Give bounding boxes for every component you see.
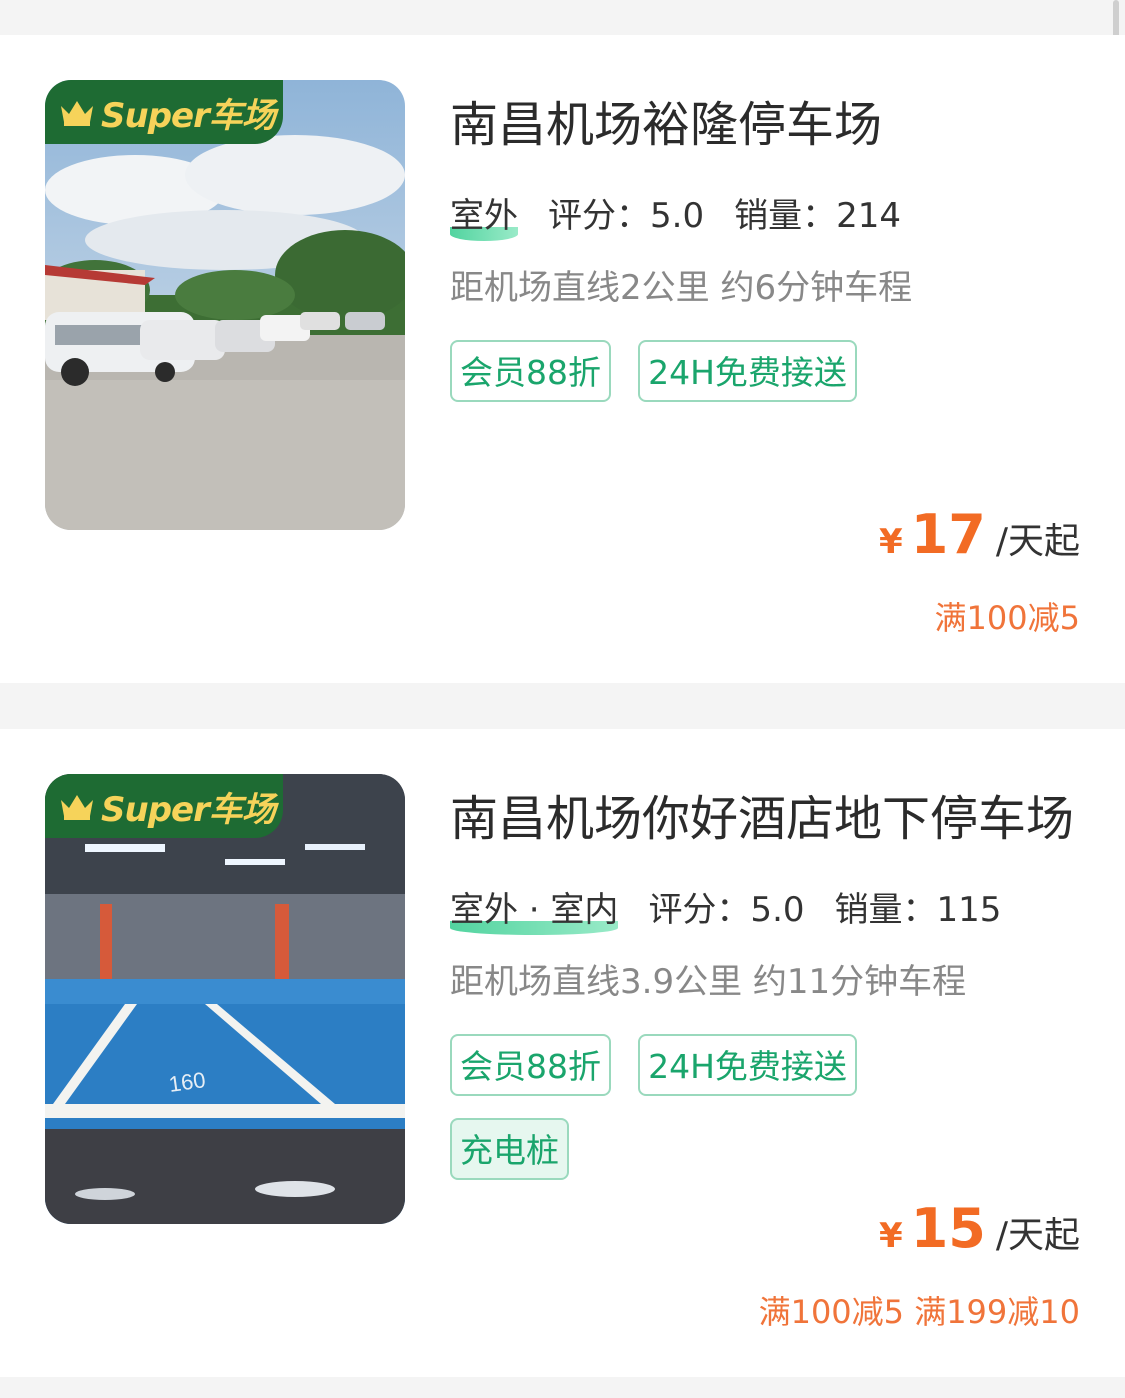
badge-text: Super车场 [101, 95, 276, 136]
lot-meta: 室外 评分：5.0 销量：214 [450, 188, 901, 241]
tag-list: 会员88折 24H免费接送 [450, 340, 1090, 424]
parking-lot-card[interactable]: Super车场 南昌机场裕隆停车场 室外 评分：5.0 销量：214 距机场直线… [0, 35, 1125, 683]
lot-meta: 室外 · 室内 评分：5.0 销量：115 [450, 882, 1002, 935]
sales-count: 销量：115 [834, 890, 1002, 930]
distance-text: 距机场直线3.9公里 约11分钟车程 [450, 962, 967, 1002]
tag-member-discount: 会员88折 [450, 340, 611, 402]
price: ¥ 17 /天起 [879, 503, 1080, 566]
currency-symbol: ¥ [879, 1216, 903, 1256]
tag-free-shuttle: 24H免费接送 [638, 1034, 857, 1096]
price: ¥ 15 /天起 [879, 1197, 1080, 1260]
super-lot-badge: Super车场 [45, 80, 283, 144]
rating: 评分：5.0 [648, 890, 805, 930]
tag-member-discount: 会员88折 [450, 1034, 611, 1096]
parking-lot-photo: Super车场 [45, 80, 405, 530]
super-lot-badge: Super车场 [45, 774, 283, 838]
crown-icon [61, 101, 93, 126]
promo-text: 满100减5 满199减10 [758, 1293, 1080, 1331]
crown-icon [61, 795, 93, 820]
price-amount: 15 [910, 1197, 986, 1260]
sales-count: 销量：214 [734, 196, 901, 236]
badge-text: Super车场 [101, 789, 276, 830]
price-unit: /天起 [995, 521, 1080, 562]
distance-text: 距机场直线2公里 约6分钟车程 [450, 268, 913, 308]
lot-name[interactable]: 南昌机场你好酒店地下停车场 [450, 779, 1074, 849]
parking-lot-card[interactable]: 160 Super车场 南昌机场你好酒店地下停车场 室外 · 室内 评分：5.0… [0, 729, 1125, 1377]
tag-charging-station: 充电桩 [450, 1118, 569, 1180]
price-amount: 17 [910, 503, 986, 566]
svg-text:160: 160 [167, 1067, 207, 1097]
location-type: 室外 · 室内 [450, 882, 619, 935]
parking-lot-photo: 160 Super车场 [45, 774, 405, 1224]
tag-free-shuttle: 24H免费接送 [638, 340, 857, 402]
currency-symbol: ¥ [879, 522, 903, 562]
tag-list: 会员88折 24H免费接送 充电桩 [450, 1034, 1090, 1202]
price-unit: /天起 [995, 1215, 1080, 1256]
location-type: 室外 [450, 188, 518, 241]
rating: 评分：5.0 [548, 196, 705, 236]
promo-text: 满100减5 [934, 599, 1080, 637]
lot-name[interactable]: 南昌机场裕隆停车场 [450, 85, 882, 155]
